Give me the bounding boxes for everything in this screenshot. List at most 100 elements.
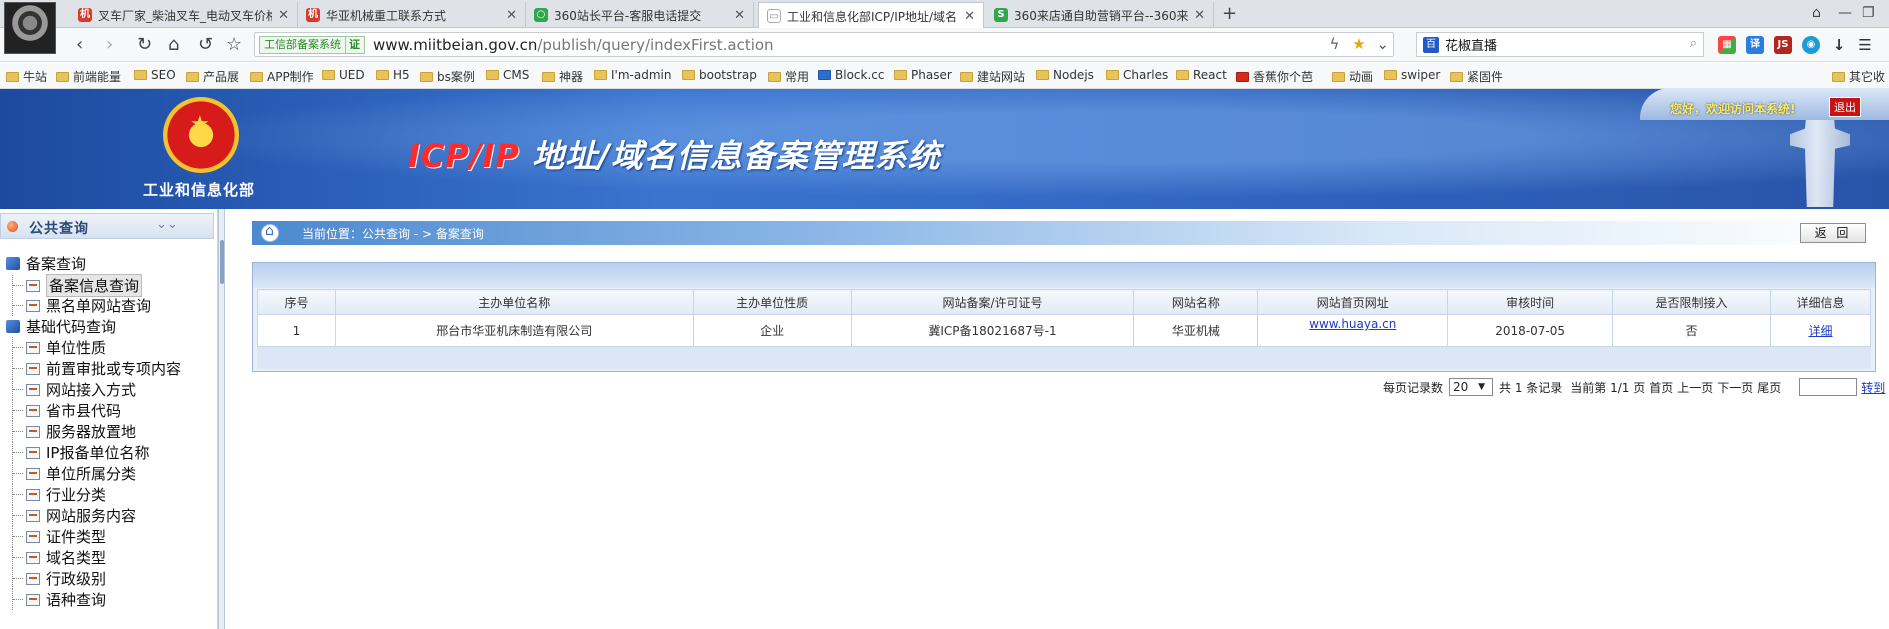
eye-extension-icon[interactable]: ◉	[1802, 36, 1820, 54]
homepage-link[interactable]: www.huaya.cn	[1309, 317, 1396, 331]
bookmark-folder[interactable]: Nodejs	[1036, 68, 1094, 82]
new-tab-button[interactable]: +	[1222, 3, 1237, 24]
browser-tab[interactable]: 机 华亚机械重工联系方式 ✕	[298, 2, 526, 28]
chevron-down-icon[interactable]: ⌄	[1376, 35, 1389, 53]
tree-item[interactable]: 语种查询	[12, 589, 106, 610]
skin-icon[interactable]: ⌂	[1812, 5, 1821, 21]
bookmark-label: CMS	[503, 68, 530, 82]
tree-item[interactable]: 证件类型	[12, 526, 106, 547]
sidebar-splitter[interactable]	[218, 209, 225, 629]
bookmark-folder[interactable]: 神器	[542, 68, 583, 85]
reload-icon[interactable]: ↻	[137, 34, 152, 55]
last-page-link[interactable]: 尾页	[1757, 379, 1781, 396]
next-page-link[interactable]: 下一页	[1717, 379, 1753, 396]
close-tab-icon[interactable]: ✕	[506, 8, 517, 23]
bookmark-folder[interactable]: Phaser	[894, 68, 952, 82]
bookmark-folder[interactable]: 产品展	[186, 68, 239, 85]
bookmark-folder[interactable]: React	[1176, 68, 1227, 82]
bookmark-folder[interactable]: bootstrap	[682, 68, 757, 82]
bookmark-folder[interactable]: 紧固件	[1450, 68, 1503, 85]
address-bar[interactable]: 工信部备案系统证 www.miitbeian.gov.cn/publish/qu…	[254, 32, 1394, 57]
prev-page-link[interactable]: 上一页	[1677, 379, 1713, 396]
lightning-icon[interactable]: ϟ	[1330, 35, 1340, 53]
tree-item[interactable]: 网站服务内容	[12, 505, 136, 526]
bookmark-folder[interactable]: UED	[322, 68, 365, 82]
bookmark-folder[interactable]: I'm-admin	[594, 68, 671, 82]
apps-icon[interactable]: ▦	[1718, 36, 1736, 54]
download-icon[interactable]: ↓	[1830, 36, 1848, 54]
bookmark-folder[interactable]: 牛站	[6, 68, 47, 85]
browser-tab-active[interactable]: ▭ 工业和信息化部ICP/IP地址/域名 ✕	[758, 2, 984, 29]
bookmark-folder[interactable]: APP制作	[250, 68, 314, 85]
search-icon[interactable]: ⌕	[1690, 36, 1697, 51]
restore-icon[interactable]: ❐	[1862, 5, 1875, 21]
favorite-icon[interactable]: ☆	[226, 34, 242, 55]
collapse-chevron-icon[interactable]: ⌄⌄	[156, 217, 178, 232]
page-jump-input[interactable]	[1799, 378, 1858, 396]
close-tab-icon[interactable]: ✕	[734, 8, 745, 23]
logout-button[interactable]: 退出	[1829, 97, 1861, 117]
tree-item[interactable]: 前置审批或专项内容	[12, 358, 181, 379]
browser-tab[interactable]: 机 叉车厂家_柴油叉车_电动叉车价格 ✕	[70, 2, 298, 28]
tree-item[interactable]: 单位性质	[12, 337, 106, 358]
tree-item[interactable]: 服务器放置地	[12, 421, 136, 442]
bookmark-folder[interactable]: CMS	[486, 68, 529, 82]
search-input[interactable]: 花椒直播	[1445, 35, 1497, 54]
tree-item-label: 服务器放置地	[46, 423, 137, 441]
tree-item[interactable]: IP报备单位名称	[12, 442, 149, 463]
translate-icon[interactable]: 译	[1746, 36, 1764, 54]
user-avatar[interactable]	[4, 2, 56, 54]
bookmark-folder[interactable]: 建站网站	[960, 68, 1025, 85]
search-engine-icon[interactable]: 百	[1423, 36, 1439, 53]
bookmark-folder[interactable]: 动画	[1332, 68, 1373, 85]
sidebar-header[interactable]: 公共查询 ⌄⌄	[0, 213, 214, 239]
tree-item[interactable]: 单位所属分类	[12, 463, 136, 484]
tree-item-blacklist-query[interactable]: 黑名单网站查询	[12, 295, 151, 316]
home-icon[interactable]	[261, 223, 279, 242]
back-button[interactable]: 返 回	[1800, 223, 1866, 243]
bookmark-link[interactable]: Block.cc	[818, 68, 884, 82]
bookmark-folder[interactable]: H5	[376, 68, 410, 82]
splitter-grip[interactable]	[220, 240, 224, 284]
bookmark-folder[interactable]: Charles	[1106, 68, 1168, 82]
tree-item-filing-info-query[interactable]: 备案信息查询	[12, 274, 143, 297]
forward-icon[interactable]: ›	[106, 34, 113, 55]
browser-tab[interactable]: ○ 360站长平台-客服电话提交 ✕	[526, 2, 754, 28]
home-icon[interactable]: ⌂	[168, 34, 179, 55]
minimize-icon[interactable]: —	[1838, 5, 1852, 21]
tree-item[interactable]: 行业分类	[12, 484, 106, 505]
bookmark-folder[interactable]: SEO	[134, 68, 176, 82]
details-link[interactable]: 详细	[1808, 324, 1832, 338]
bookmark-label: bs案例	[437, 70, 475, 84]
per-page-select[interactable]: 20 ▼	[1449, 378, 1494, 396]
bookmark-folder[interactable]: 常用	[768, 68, 809, 85]
close-tab-icon[interactable]: ✕	[278, 8, 289, 23]
menu-icon[interactable]: ☰	[1856, 36, 1874, 54]
browser-tab[interactable]: S 360来店通自助营销平台--360来 ✕	[986, 2, 1214, 28]
bookmark-folder[interactable]: swiper	[1384, 68, 1440, 82]
folder-icon	[960, 71, 973, 82]
bookmark-folder-other[interactable]: 其它收	[1832, 68, 1885, 85]
first-page-link[interactable]: 首页	[1649, 379, 1673, 396]
js-extension-icon[interactable]: JS	[1774, 36, 1792, 54]
back-icon[interactable]: ‹	[76, 34, 83, 55]
jump-link[interactable]: 转到	[1861, 379, 1885, 396]
tree-item[interactable]: 域名类型	[12, 547, 106, 568]
close-tab-icon[interactable]: ✕	[1194, 8, 1205, 23]
close-tab-icon[interactable]: ✕	[964, 9, 975, 24]
url-text[interactable]: www.miitbeian.gov.cn/publish/query/index…	[373, 36, 774, 54]
bookmark-folder[interactable]: 前端能量	[56, 68, 121, 85]
bookmark-link[interactable]: 香蕉你个芭	[1236, 68, 1313, 85]
bookmark-star-icon[interactable]: ★	[1352, 35, 1365, 53]
bookmark-folder[interactable]: bs案例	[420, 68, 475, 85]
tree-item[interactable]: 行政级别	[12, 568, 106, 589]
tree-group-filing-query[interactable]: 备案查询	[6, 253, 86, 274]
tree-item[interactable]: 省市县代码	[12, 400, 121, 421]
undo-close-icon[interactable]: ↺	[198, 34, 213, 55]
site-certification-badge[interactable]: 工信部备案系统证	[259, 35, 365, 54]
search-box[interactable]: 百 花椒直播 ⌕	[1416, 32, 1704, 57]
tree-item[interactable]: 网站接入方式	[12, 379, 136, 400]
tree-group-base-code-query[interactable]: 基础代码查询	[6, 316, 116, 337]
bookmark-label: 建站网站	[977, 70, 1026, 84]
folder-icon	[1036, 70, 1049, 80]
